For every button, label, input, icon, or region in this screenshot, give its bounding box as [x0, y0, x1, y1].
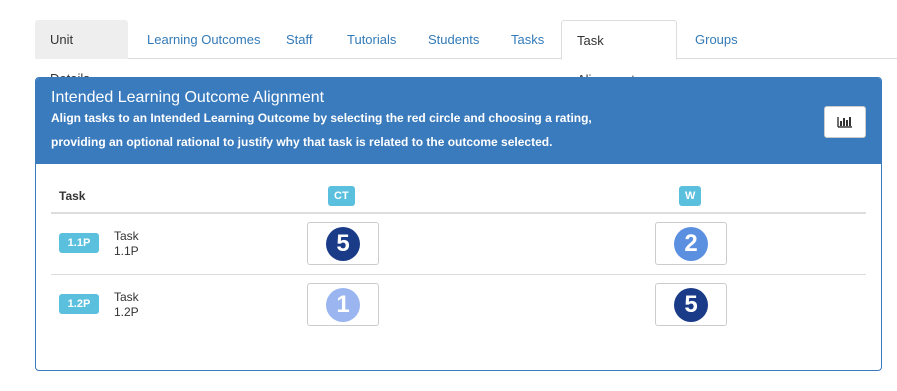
bar-chart-icon — [837, 117, 852, 128]
tab-task-alignment[interactable]: Task Alignment — [561, 20, 677, 87]
tab-groups[interactable]: Groups — [680, 20, 753, 59]
panel-title: Intended Learning Outcome Alignment — [51, 89, 325, 106]
panel-subtitle-line2: providing an optional rational to justif… — [51, 135, 553, 149]
task-name: Task 1.2P — [114, 290, 139, 320]
task-name-line2: 1.2P — [114, 305, 139, 319]
tab-staff[interactable]: Staff — [271, 20, 328, 59]
rating-circle: 2 — [674, 227, 708, 261]
outcome-header-ct: CT — [328, 186, 355, 206]
task-name-line1: Task — [114, 229, 139, 243]
table-header-divider — [51, 212, 866, 214]
rating-circle: 5 — [326, 227, 360, 261]
tab-tasks[interactable]: Tasks — [496, 20, 559, 59]
task-name-line1: Task — [114, 290, 139, 304]
rating-cell[interactable]: 1 — [307, 283, 379, 326]
task-badge: 1.1P — [59, 233, 99, 253]
tab-learning-outcomes[interactable]: Learning Outcomes — [132, 20, 275, 59]
rating-circle: 1 — [326, 288, 360, 322]
outcome-header-w: W — [679, 186, 702, 206]
rating-cell[interactable]: 5 — [307, 222, 379, 265]
task-name-line2: 1.1P — [114, 244, 139, 258]
panel-header: Intended Learning Outcome Alignment Alig… — [36, 78, 881, 164]
task-name: Task 1.1P — [114, 229, 139, 259]
task-badge: 1.2P — [59, 294, 99, 314]
panel-subtitle-line1: Align tasks to an Intended Learning Outc… — [51, 111, 592, 125]
rating-cell[interactable]: 2 — [655, 222, 727, 265]
tab-bar: Unit Details Learning Outcomes Staff Tut… — [35, 20, 897, 87]
rating-cell[interactable]: 5 — [655, 283, 727, 326]
tab-unit-details[interactable]: Unit Details — [35, 20, 128, 86]
task-column-header: Task — [59, 189, 86, 203]
tab-tutorials[interactable]: Tutorials — [332, 20, 411, 59]
row-divider — [51, 274, 866, 275]
rating-circle: 5 — [674, 288, 708, 322]
chart-view-button[interactable] — [824, 106, 866, 138]
tab-students[interactable]: Students — [413, 20, 494, 59]
alignment-panel: Intended Learning Outcome Alignment Alig… — [35, 77, 882, 371]
